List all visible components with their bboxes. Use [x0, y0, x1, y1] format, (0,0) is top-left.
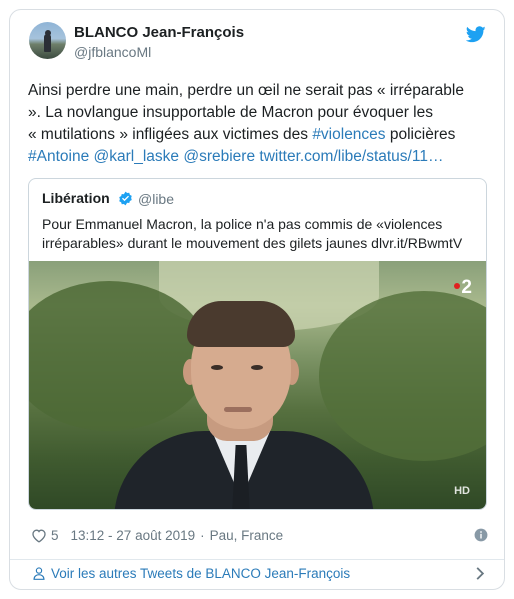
mention-karl-laske-link[interactable]: @karl_laske — [94, 148, 180, 165]
tweet-location[interactable]: Pau, France — [210, 528, 284, 543]
hd-badge: HD — [454, 485, 470, 497]
author-handle[interactable]: @jfblancoMl — [74, 44, 151, 60]
verified-badge-icon — [119, 191, 132, 206]
quoted-tweet-text: Pour Emmanuel Macron, la police n'a pas … — [42, 215, 478, 253]
embedded-tweet-card: BLANCO Jean-François @jfblancoMl Ainsi p… — [9, 9, 505, 590]
tweet-header: BLANCO Jean-François @jfblancoMl — [10, 10, 504, 72]
twitter-bird-icon[interactable] — [466, 26, 486, 43]
more-tweets-footer[interactable]: Voir les autres Tweets de BLANCO Jean-Fr… — [10, 560, 504, 589]
channel-number: 2 — [461, 277, 472, 298]
tweet-text-segment: policières — [385, 126, 456, 143]
quoted-author-handle[interactable]: @libe — [138, 191, 174, 207]
tweet-timestamp[interactable]: 13:12 - 27 août 2019 — [71, 528, 196, 543]
quoted-text-line: Pour Emmanuel Macron, la police n'a pas … — [42, 216, 443, 232]
quoted-author-name[interactable]: Libération — [42, 190, 110, 206]
heart-icon[interactable] — [31, 528, 47, 543]
hashtag-violences-link[interactable]: #violences — [312, 126, 385, 143]
tweet-line: ». La novlangue insupportable de Macron … — [28, 104, 433, 121]
status-url-link[interactable]: twitter.com/libe/status/11… — [259, 148, 443, 165]
quoted-tweet[interactable]: Libération @libe Pour Emmanuel Macron, l… — [28, 178, 487, 510]
mention-srebiere-link[interactable]: @srebiere — [183, 148, 255, 165]
tweet-line: #Antoine @karl_laske @srebiere twitter.c… — [28, 146, 490, 168]
quoted-text-line: irréparables» durant le mouvement des gi… — [42, 235, 463, 251]
tweet-text-segment: « mutilations » infligées aux victimes d… — [28, 126, 313, 143]
info-icon[interactable] — [474, 528, 488, 542]
tweet-body: Ainsi perdre une main, perdre un œil ne … — [28, 80, 490, 168]
like-count[interactable]: 5 — [51, 528, 59, 543]
tweet-line: « mutilations » infligées aux victimes d… — [28, 124, 490, 146]
quoted-media-image[interactable]: 2 HD — [29, 261, 486, 509]
author-avatar[interactable] — [29, 22, 66, 59]
more-tweets-link[interactable]: Voir les autres Tweets de BLANCO Jean-Fr… — [51, 566, 350, 581]
author-name[interactable]: BLANCO Jean-François — [74, 24, 244, 41]
hashtag-antoine-link[interactable]: #Antoine — [28, 148, 89, 165]
tweet-line: Ainsi perdre une main, perdre un œil ne … — [28, 82, 464, 99]
chevron-right-icon[interactable] — [475, 566, 485, 581]
channel-logo: 2 — [454, 277, 472, 299]
meta-separator: · — [200, 527, 205, 543]
tweet-meta: 5 13:12 - 27 août 2019 · Pau, France — [31, 525, 283, 545]
person-icon — [33, 567, 45, 580]
